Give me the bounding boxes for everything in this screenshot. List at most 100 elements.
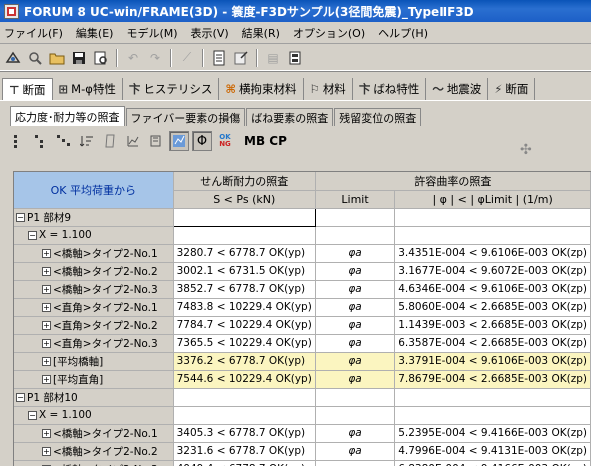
sort-icon[interactable] [77,131,97,151]
table-row[interactable]: + <橋軸>タイプ2-No.2 3002.1 < 6731.5 OK(yp) φa 3.… [14,262,591,281]
menu-file[interactable]: ファイル(F) [4,25,63,41]
row-header[interactable]: + <橋軸>タイプ2-No.2 [14,442,174,461]
shear-cell[interactable]: 3405.3 < 6778.7 OK(yp) [173,424,316,443]
table-row[interactable]: + <橋軸>タイプ2-No.3 3852.7 < 6778.7 OK(yp) φa 4.… [14,280,591,299]
expand-icon[interactable]: + [42,267,51,276]
table-row[interactable]: − X = 1.100 [14,226,591,245]
collapse-icon[interactable]: − [28,230,37,240]
shear-cell[interactable] [173,388,316,407]
shear-cell[interactable]: 7544.6 < 10229.4 OK(yp) [173,370,316,389]
tree-level2-icon[interactable] [31,131,51,151]
row-header[interactable]: − P1 部材10 [14,388,174,407]
expand-icon[interactable]: + [42,285,51,294]
collapse-icon[interactable]: − [28,410,37,420]
menu-edit[interactable]: 編集(E) [76,25,114,41]
tree-level1-icon[interactable] [8,131,28,151]
ok-ng-icon[interactable]: OK NG [215,131,235,151]
tab-confinement[interactable]: ⌘ 横拘束材料 [219,78,304,100]
collapse-icon[interactable]: − [16,213,25,222]
limit-cell[interactable] [315,226,396,245]
limit-cell[interactable] [315,406,396,425]
mb-cp-button[interactable]: MB CP [244,134,287,148]
row-header[interactable]: + <橋軸>タイプ2-No.1 [14,424,174,443]
row-header[interactable]: + <直角>タイプ2-No.3 [14,334,174,353]
menu-options[interactable]: オプション(O) [293,25,365,41]
row-header[interactable]: + <直角>タイプ2-No.1 [14,298,174,317]
curvature-cell[interactable]: 3.4351E-004 < 9.6106E-003 OK(zp) [394,244,591,263]
row-header[interactable]: +<橋軸>タイプ2-No.3 [14,460,174,466]
tab-hysteresis[interactable]: 卞ヒステリシス [123,78,220,100]
curvature-cell[interactable]: 4.6346E-004 < 9.6106E-003 OK(zp) [394,280,591,299]
expand-icon[interactable]: + [42,447,51,456]
tab-section-check[interactable]: ⚡ 断面 [488,78,536,100]
table-row[interactable]: + [平均橋軸] 3376.2 < 6778.7 OK(yp) φa 3.3791E-0… [14,352,591,371]
table-row[interactable]: +<橋軸>タイプ2-No.34049.4 < 6778.7 OK(yp)φa6.… [14,460,591,466]
shear-cell[interactable]: 4049.4 < 6778.7 OK(yp) [173,460,316,466]
graph-icon[interactable] [123,131,143,151]
curvature-cell[interactable] [394,226,591,245]
filter-icon[interactable] [100,131,120,151]
collapse-icon[interactable]: − [16,393,25,402]
row-header[interactable]: + <直角>タイプ2-No.2 [14,316,174,335]
curvature-cell[interactable]: 5.8060E-004 < 2.6685E-003 OK(zp) [394,298,591,317]
table-icon[interactable]: ▤ [263,48,283,68]
expand-icon[interactable]: + [42,321,51,330]
shear-cell[interactable]: 7365.5 < 10229.4 OK(yp) [173,334,316,353]
row-header[interactable]: + [平均橋軸] [14,352,174,371]
table-row[interactable]: + <直角>タイプ2-No.1 7483.8 < 10229.4 OK(yp) φa 5… [14,298,591,317]
curvature-cell[interactable]: 6.8380E-004 < 9.4166E-003 OK(zp) [394,460,591,466]
report-icon[interactable] [209,48,229,68]
row-header[interactable]: + <橋軸>タイプ2-No.2 [14,262,174,281]
menu-view[interactable]: 表示(V) [191,25,229,41]
tab-m-phi[interactable]: ⊞ M-φ特性 [53,78,123,100]
limit-cell[interactable]: φa [315,352,396,371]
redo-icon[interactable]: ↷ [145,48,165,68]
expand-icon[interactable]: + [42,249,51,258]
phi-toggle-icon[interactable]: Φ [192,131,212,151]
menu-results[interactable]: 結果(R) [242,25,280,41]
limit-cell[interactable]: φa [315,316,396,335]
table-row[interactable]: − X = 1.100 [14,406,591,425]
shear-cell[interactable]: 3002.1 < 6731.5 OK(yp) [173,262,316,281]
tab-material[interactable]: ⚐ 材料 [304,78,353,100]
chart-toggle-icon[interactable] [169,131,189,151]
new-model-icon[interactable] [3,48,23,68]
curvature-cell[interactable] [394,406,591,425]
curvature-cell[interactable]: 1.1439E-003 < 2.6685E-003 OK(zp) [394,316,591,335]
bar-view-icon[interactable] [146,131,166,151]
tab-stress-check[interactable]: 応力度･耐力等の照査 [10,106,125,126]
tab-section[interactable]: ⊤ 断面 [2,78,53,100]
limit-cell[interactable]: φa [315,424,396,443]
menu-model[interactable]: モデル(M) [126,25,177,41]
limit-cell[interactable]: φa [315,460,396,466]
expand-icon[interactable]: + [42,375,51,384]
open-icon[interactable] [47,48,67,68]
row-header[interactable]: − X = 1.100 [14,226,174,245]
row-header[interactable]: +<橋軸>タイプ2-No.3 [14,280,174,299]
curvature-cell[interactable] [394,388,591,407]
tab-spring-check[interactable]: ばね要素の照査 [246,108,334,126]
save-icon[interactable] [69,48,89,68]
menu-help[interactable]: ヘルプ(H) [378,25,428,41]
undo-icon[interactable]: ↶ [123,48,143,68]
curvature-cell[interactable]: 6.3587E-004 < 2.6685E-003 OK(zp) [394,334,591,353]
limit-cell[interactable]: φa [315,280,396,299]
curvature-cell[interactable]: 5.2395E-004 < 9.4166E-003 OK(zp) [394,424,591,443]
grid-corner-header[interactable]: OK 平均荷重から [14,172,174,209]
curvature-cell[interactable]: 7.8679E-004 < 2.6685E-003 OK(zp) [394,370,591,389]
tree-level3-icon[interactable] [54,131,74,151]
tab-residual-check[interactable]: 残留変位の照査 [334,108,422,126]
curvature-cell[interactable] [394,208,591,227]
tab-spring[interactable]: 卞ばね特性 [353,78,427,100]
shear-cell[interactable] [173,226,316,245]
limit-cell[interactable]: φa [315,370,396,389]
clip-icon[interactable] [285,48,305,68]
table-row[interactable]: + <橋軸>タイプ2-No.2 3231.6 < 6778.7 OK(yp) φa 4.… [14,442,591,461]
shear-cell[interactable]: 7784.7 < 10229.4 OK(yp) [173,316,316,335]
row-header[interactable]: + [平均直角] [14,370,174,389]
limit-cell[interactable] [315,388,396,407]
export-icon[interactable] [231,48,251,68]
expand-icon[interactable]: + [42,357,51,366]
tab-seismic-wave[interactable]: 〜地震波 [426,78,489,100]
limit-cell[interactable]: φa [315,334,396,353]
